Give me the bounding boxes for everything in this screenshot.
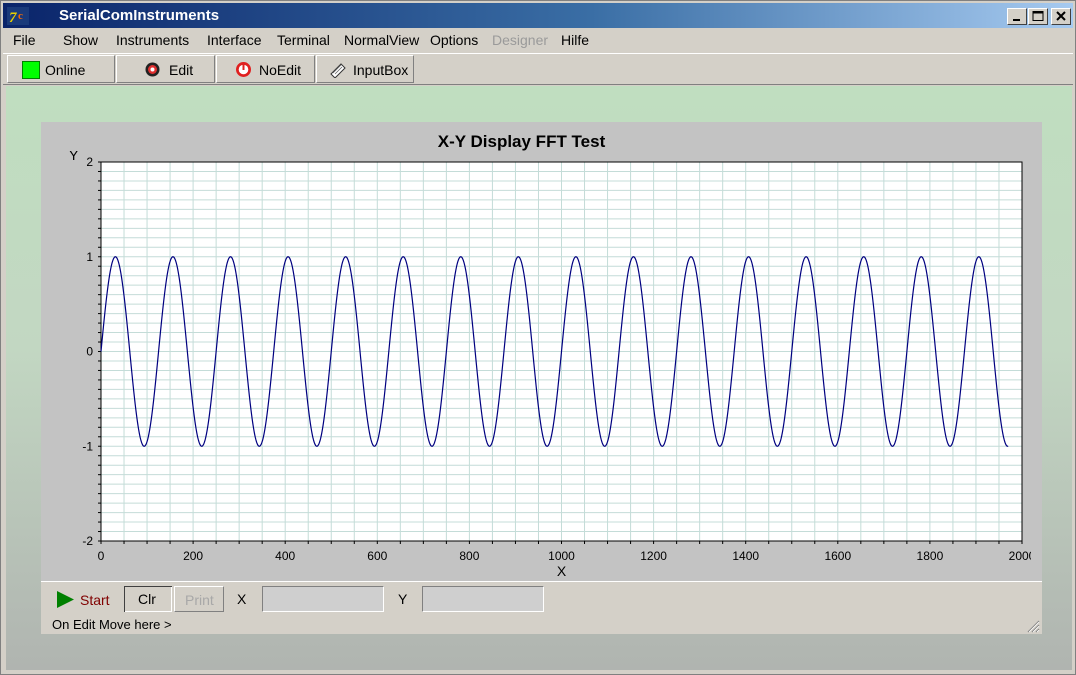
close-button[interactable] [1051,8,1071,25]
menu-normalview[interactable]: NormalView [344,32,419,48]
y-readout-label: Y [398,591,408,607]
start-button[interactable]: Start [45,586,121,612]
maximize-icon [1032,11,1044,21]
online-indicator-icon [22,61,40,79]
inputbox-label: InputBox [353,62,409,78]
x-tick-label: 1000 [548,549,575,563]
x-readout-field [262,586,384,612]
menu-bar: File Show Instruments Interface Terminal… [3,29,1073,51]
app-logo-icon: 7 c [7,7,29,25]
inputbox-icon [330,63,346,78]
clr-button[interactable]: Clr [124,586,172,612]
xy-chart: 0 200 400 600 800 1000 1200 1400 1600 1800 2000 2 1 0… [69,151,1031,579]
svg-text:c: c [18,10,23,22]
menu-terminal[interactable]: Terminal [277,32,330,48]
noedit-button[interactable]: NoEdit [216,55,315,83]
noedit-icon [236,62,251,77]
menu-instruments[interactable]: Instruments [116,32,189,48]
status-bar: On Edit Move here > [41,615,1042,634]
online-label: Online [45,62,86,78]
edit-label: Edit [169,62,194,78]
x-tick-label: 800 [459,549,479,563]
y-tick-label: 1 [86,250,93,264]
menu-interface[interactable]: Interface [207,32,261,48]
noedit-label: NoEdit [259,62,302,78]
chart-title: X-Y Display FFT Test [437,132,606,151]
inputbox-button[interactable]: InputBox [316,55,414,83]
x-tick-label: 1600 [824,549,851,563]
edit-icon [145,62,160,77]
x-axis-label: X [557,563,567,579]
close-icon [1056,11,1066,21]
y-axis-label: Y [69,151,79,163]
minimize-button[interactable] [1007,8,1027,25]
maximize-button[interactable] [1028,8,1048,25]
resize-grip-icon[interactable] [1026,619,1040,633]
x-tick-label: 200 [183,549,203,563]
control-bar: Start Clr Print X Y [41,581,1042,616]
menu-options[interactable]: Options [430,32,478,48]
title-bar[interactable]: 7 c SerialComInstruments [3,3,1073,28]
clr-label: Clr [138,591,156,607]
menu-hilfe[interactable]: Hilfe [561,32,589,48]
x-tick-label: 2000 [1009,549,1031,563]
x-tick-label: 600 [367,549,387,563]
svg-text:7: 7 [9,10,17,25]
menu-show[interactable]: Show [63,32,98,48]
x-tick-label: 1200 [640,549,667,563]
window-title: SerialComInstruments [59,7,220,24]
x-readout-label: X [237,591,247,607]
print-label: Print [185,592,214,608]
y-tick-label: -1 [82,439,93,453]
print-button: Print [174,586,224,612]
menu-designer: Designer [492,32,549,48]
online-button[interactable]: Online [7,55,115,83]
x-tick-label: 0 [98,549,105,563]
x-tick-label: 400 [275,549,295,563]
minimize-icon [1013,19,1020,21]
menu-file[interactable]: File [13,32,36,48]
edit-button[interactable]: Edit [116,55,215,83]
y-tick-label: 0 [86,345,93,359]
y-readout-field [422,586,544,612]
y-tick-label: -2 [82,534,93,548]
main-window: 7 c SerialComInstruments File Show Instr… [0,0,1076,675]
y-tick-label: 2 [86,155,93,169]
x-tick-label: 1800 [917,549,944,563]
toolbar: Online Edit NoEdit InputBox [3,53,1073,85]
status-text: On Edit Move here > [52,617,172,632]
play-icon [57,591,74,608]
start-label: Start [80,592,110,608]
x-tick-label: 1400 [732,549,759,563]
